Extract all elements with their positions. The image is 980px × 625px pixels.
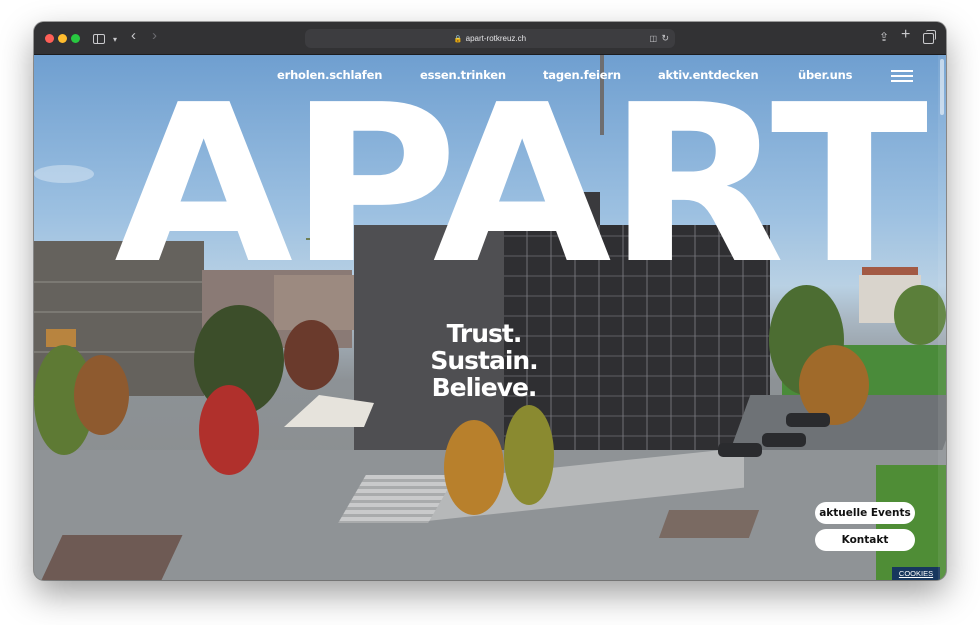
tabs-overview-icon[interactable]: [923, 30, 936, 44]
sidebar-icon[interactable]: [93, 34, 105, 44]
hero-tagline: Trust. Sustain. Believe.: [404, 320, 564, 401]
hamburger-icon[interactable]: [891, 70, 913, 82]
brand-logo: APART: [114, 59, 928, 312]
tagline-line-1: Trust.: [446, 319, 523, 348]
maximize-window-button[interactable]: [71, 34, 80, 43]
back-icon[interactable]: ‹: [131, 28, 136, 44]
url-text: apart-rotkreuz.ch: [465, 34, 527, 43]
minimize-window-button[interactable]: [58, 34, 67, 43]
page-scrollbar[interactable]: [938, 55, 946, 580]
address-bar[interactable]: 🔒 apart-rotkreuz.ch ◫ ↻: [305, 29, 675, 48]
nav-item-erholen-schlafen[interactable]: erholen.schlafen: [277, 67, 382, 83]
lock-icon: 🔒: [453, 36, 463, 43]
scrollbar-thumb[interactable]: [940, 59, 944, 115]
main-navigation: erholen.schlafen essen.trinken tagen.fei…: [277, 67, 917, 83]
new-tab-icon[interactable]: +: [901, 27, 910, 43]
nav-item-tagen-feiern[interactable]: tagen.feiern: [543, 67, 621, 83]
nav-item-aktiv-entdecken[interactable]: aktiv.entdecken: [658, 67, 759, 83]
close-window-button[interactable]: [45, 34, 54, 43]
hero-image: APART Trust. Sustain. Believe.: [34, 55, 946, 580]
translate-icon[interactable]: ◫: [649, 29, 657, 48]
nav-item-essen-trinken[interactable]: essen.trinken: [420, 67, 506, 83]
reload-icon[interactable]: ↻: [661, 29, 669, 48]
forward-icon[interactable]: ›: [152, 28, 157, 44]
tagline-line-2: Sustain.: [430, 346, 538, 375]
share-icon[interactable]: ⇪: [879, 29, 889, 45]
tagline-line-3: Believe.: [431, 373, 538, 402]
events-button[interactable]: aktuelle Events: [815, 502, 915, 524]
contact-button[interactable]: Kontakt: [815, 529, 915, 551]
chevron-down-icon[interactable]: ▾: [113, 32, 117, 48]
browser-window: ▾ ‹ › 🔒 apart-rotkreuz.ch ◫ ↻ ⇪ + APART …: [34, 22, 946, 580]
nav-item-ueber-uns[interactable]: über.uns: [798, 67, 852, 83]
browser-toolbar: ▾ ‹ › 🔒 apart-rotkreuz.ch ◫ ↻ ⇪ +: [34, 22, 946, 55]
cookies-link[interactable]: COOKIES: [892, 567, 940, 580]
page-viewport: APART Trust. Sustain. Believe. erholen.s…: [34, 55, 946, 580]
